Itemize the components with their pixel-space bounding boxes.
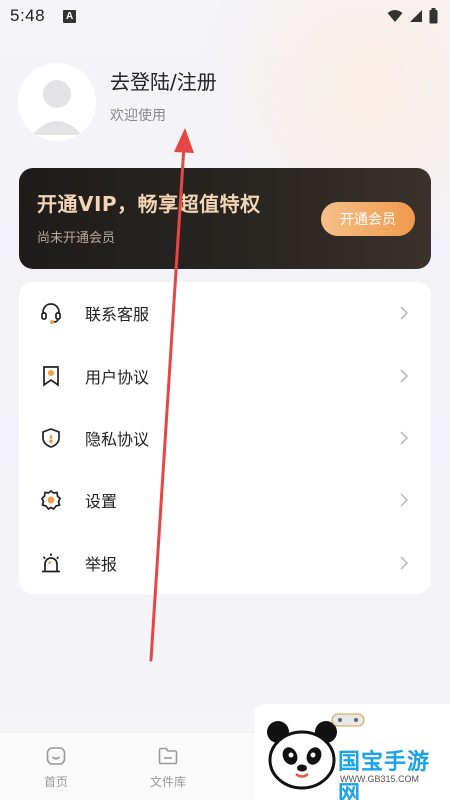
chevron-right-icon bbox=[397, 369, 411, 383]
menu-item-privacy-policy[interactable]: 隐私协议 bbox=[19, 407, 431, 469]
chevron-right-icon bbox=[397, 431, 411, 445]
watermark-brand: 国宝手游网 bbox=[338, 750, 431, 800]
avatar[interactable] bbox=[18, 63, 96, 141]
open-vip-button[interactable]: 开通会员 bbox=[321, 202, 415, 236]
shield-icon bbox=[39, 426, 63, 450]
menu-label: 举报 bbox=[85, 554, 118, 574]
signal-icon bbox=[410, 10, 422, 22]
menu-item-user-agreement[interactable]: 用户协议 bbox=[19, 344, 431, 406]
avatar-placeholder-icon bbox=[18, 63, 96, 141]
wifi-icon bbox=[387, 10, 403, 22]
watermark: 国宝手游网 WWW.GB315.COM bbox=[254, 704, 450, 800]
menu-label: 联系客服 bbox=[85, 305, 150, 325]
headset-icon bbox=[39, 301, 63, 325]
welcome-text: 欢迎使用 bbox=[110, 107, 166, 124]
profile-section[interactable]: 去登陆/注册 欢迎使用 bbox=[18, 62, 418, 142]
bookmark-icon bbox=[39, 364, 63, 388]
menu-list: 联系客服 用户协议 隐私协议 设置 举报 bbox=[19, 282, 431, 594]
menu-label: 用户协议 bbox=[85, 367, 150, 387]
menu-item-report[interactable]: 举报 bbox=[19, 532, 431, 594]
menu-label: 设置 bbox=[85, 492, 118, 512]
notification-icon: A bbox=[63, 9, 77, 23]
profile-text: 去登陆/注册 欢迎使用 bbox=[110, 70, 217, 125]
chevron-right-icon bbox=[397, 556, 411, 570]
folder-icon bbox=[158, 747, 178, 765]
gear-icon bbox=[39, 488, 63, 512]
menu-label: 隐私协议 bbox=[85, 429, 150, 449]
nav-item-file-library[interactable]: 文件库 bbox=[138, 745, 198, 790]
alarm-icon bbox=[39, 551, 63, 575]
status-time: 5:48 bbox=[10, 6, 46, 25]
watermark-url: WWW.GB315.COM bbox=[340, 774, 420, 784]
login-register-link[interactable]: 去登陆/注册 bbox=[110, 66, 217, 95]
nav-label: 首页 bbox=[43, 775, 68, 789]
menu-item-settings[interactable]: 设置 bbox=[19, 469, 431, 531]
home-icon bbox=[46, 747, 66, 765]
battery-icon bbox=[429, 8, 438, 24]
chevron-right-icon bbox=[397, 306, 411, 320]
nav-label: 文件库 bbox=[149, 775, 186, 789]
gamepad-icon bbox=[331, 713, 365, 727]
chevron-right-icon bbox=[397, 493, 411, 507]
status-bar: 5:48 A bbox=[0, 0, 450, 32]
vip-card[interactable]: 开通VIP，畅享超值特权 尚未开通会员 开通会员 bbox=[19, 168, 431, 269]
status-icons bbox=[387, 8, 438, 24]
menu-item-contact-service[interactable]: 联系客服 bbox=[19, 282, 431, 344]
nav-item-home[interactable]: 首页 bbox=[26, 745, 86, 790]
